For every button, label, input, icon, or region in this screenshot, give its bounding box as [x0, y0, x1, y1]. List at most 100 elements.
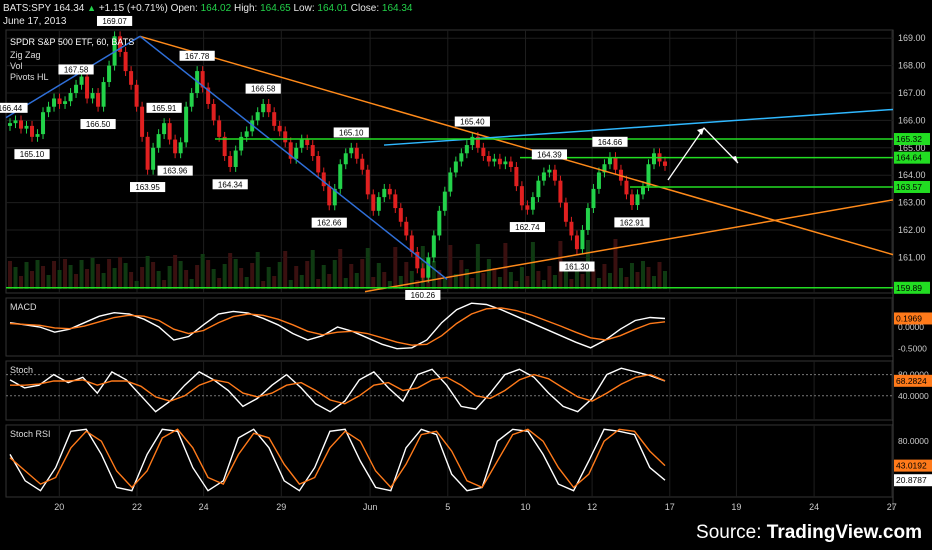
candle [624, 180, 629, 195]
candle [360, 158, 365, 170]
candle [85, 76, 90, 99]
candle [173, 139, 178, 154]
volume-bar [299, 275, 304, 289]
pivot-label: 161.30 [565, 262, 590, 271]
chart-canvas[interactable]: 20 22 24 29 Jun 5 10 12 17 19 24 27 169.00 168.00 167.… [0, 0, 932, 550]
volume-bar [563, 270, 568, 289]
resistance-trendline [139, 35, 894, 256]
volume-bar [327, 274, 332, 289]
pivot-label: 163.95 [135, 183, 160, 192]
candle [107, 65, 112, 83]
volume-bar [195, 265, 200, 289]
y-tick-label: -0.5000 [898, 344, 927, 354]
candle [371, 194, 376, 211]
volume-bar [41, 266, 46, 289]
volume-bar [140, 267, 145, 289]
candle [497, 158, 502, 165]
candle [629, 194, 634, 206]
volume-bar [200, 254, 205, 289]
volume-bar [486, 259, 491, 289]
pivot-label: 165.10 [339, 128, 364, 137]
candle [459, 153, 464, 162]
volume-bar [613, 239, 618, 289]
candle [217, 120, 222, 137]
candle [261, 103, 266, 113]
candle [211, 103, 216, 121]
y-tick-label: 161.00 [898, 252, 926, 262]
candle [266, 103, 271, 113]
candle [140, 106, 145, 137]
chart-title: SPDR S&P 500 ETF, 60, BATS [10, 37, 134, 47]
indicator-legend: Vol [10, 61, 23, 71]
volume-bar [321, 265, 326, 289]
volume-bar [657, 262, 662, 289]
volume-bar [646, 267, 651, 289]
volume-bar [255, 252, 260, 289]
y-tick-label: 40.0000 [898, 391, 929, 401]
candle [96, 93, 101, 107]
candle [508, 161, 513, 167]
x-tick-label: 24 [199, 502, 209, 512]
x-tick-label: 5 [445, 502, 450, 512]
candle [486, 156, 491, 162]
y-tick-label: 168.00 [898, 61, 926, 71]
x-tick-label: 17 [665, 502, 675, 512]
price-marker-label: 159.89 [896, 283, 922, 293]
y-tick-label: 164.00 [898, 170, 926, 180]
volume-bar [519, 267, 524, 289]
candle [541, 172, 546, 181]
volume-bar [305, 261, 310, 289]
pivot-label: 169.07 [102, 17, 127, 26]
candle [68, 93, 73, 102]
candle [376, 197, 381, 211]
candle [569, 221, 574, 236]
candle [448, 172, 453, 192]
volume-bar [277, 262, 282, 289]
volume-bar [349, 264, 354, 289]
indicator-title: Stoch RSI [10, 429, 51, 439]
volume-bar [211, 269, 216, 289]
candle [123, 51, 128, 72]
volume-bar [8, 261, 12, 289]
volume-bar [580, 274, 585, 289]
volume-bar [228, 253, 233, 289]
candle [277, 125, 282, 132]
pivot-label: 166.44 [0, 104, 23, 113]
candle [79, 76, 84, 85]
candle [580, 229, 585, 250]
volume-bar [24, 262, 29, 289]
x-tick-label: 24 [809, 502, 819, 512]
volume-bar [409, 271, 414, 289]
volume-bar [547, 266, 552, 289]
volume-bar [464, 269, 469, 289]
volume-bar [118, 257, 123, 289]
candle [321, 172, 326, 187]
candle [547, 169, 552, 173]
candle [233, 150, 238, 167]
candle [343, 153, 348, 165]
y-tick-label: 80.0000 [898, 436, 929, 446]
candle [398, 208, 403, 222]
candle [387, 188, 392, 195]
tradingview-logo: TradingView.com [766, 522, 922, 543]
candle [316, 156, 321, 173]
candle [63, 101, 68, 104]
candle [305, 139, 310, 146]
candle [167, 123, 172, 140]
volume-bar [35, 260, 40, 289]
pivot-label: 163.96 [163, 167, 188, 176]
volume-bar [151, 262, 156, 289]
candle [437, 210, 442, 236]
volume-bar [591, 269, 596, 289]
candle [244, 131, 249, 137]
candle [57, 98, 62, 104]
candle [354, 147, 359, 159]
candle [151, 147, 156, 170]
pivot-label: 162.74 [515, 223, 540, 232]
candle [338, 164, 343, 189]
candle [299, 139, 304, 148]
volume-bar [376, 263, 381, 289]
price-marker-label: 164.64 [896, 153, 922, 163]
pivot-label: 166.58 [251, 85, 276, 94]
volume-bar [530, 242, 535, 289]
